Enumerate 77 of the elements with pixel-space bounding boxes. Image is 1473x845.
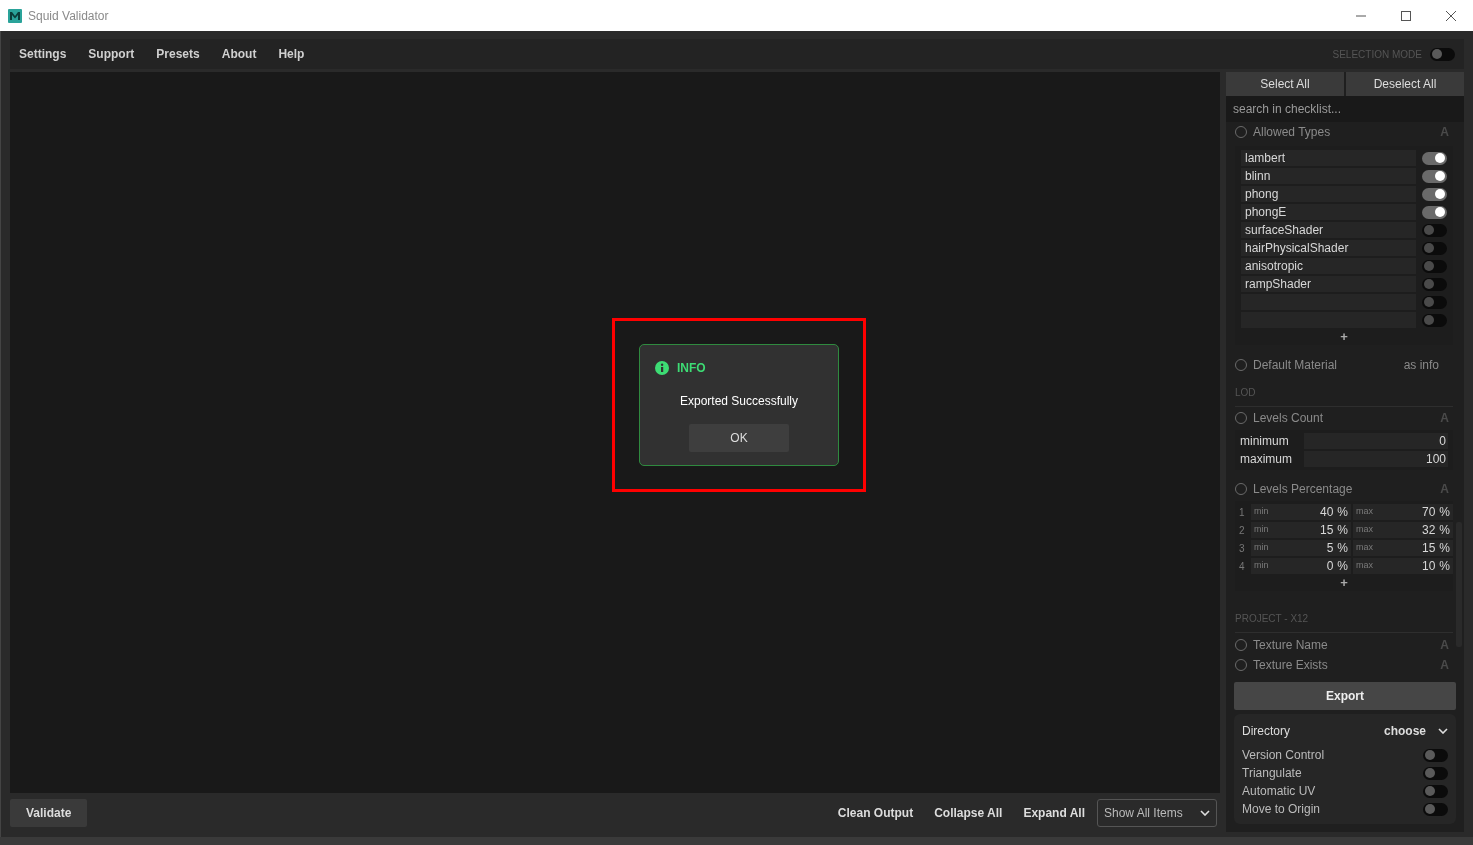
type-item[interactable]: hairPhysicalShader xyxy=(1241,240,1416,256)
min-field[interactable]: min 0 % xyxy=(1251,558,1351,574)
toggle-switch[interactable] xyxy=(1422,313,1447,327)
filter-dropdown[interactable]: Show All Items xyxy=(1097,799,1217,827)
option-label: Automatic UV xyxy=(1242,783,1317,800)
toggle-switch[interactable] xyxy=(1422,259,1447,273)
close-icon xyxy=(1445,10,1456,21)
level-index: 4 xyxy=(1239,559,1246,574)
deselect-all-button[interactable]: Deselect All xyxy=(1346,72,1464,96)
toggle-switch[interactable] xyxy=(1430,47,1455,61)
max-field[interactable]: max 70 % xyxy=(1353,504,1453,520)
number-field[interactable]: 0 xyxy=(1304,433,1448,449)
option-label: Version Control xyxy=(1242,747,1326,764)
app-logo-icon xyxy=(8,8,22,23)
ok-button[interactable]: OK xyxy=(689,423,789,452)
search-field[interactable]: search in checklist... xyxy=(1226,96,1464,122)
maximize-icon xyxy=(1400,10,1411,21)
menu-item[interactable]: Settings xyxy=(19,45,67,63)
dialog-message: Exported Successfully xyxy=(679,392,799,410)
max-field[interactable]: max 32 % xyxy=(1353,522,1453,538)
toggle-switch[interactable] xyxy=(1423,766,1448,780)
option-label: Move to Origin xyxy=(1242,801,1322,818)
check-label: Levels Percentage xyxy=(1253,481,1354,498)
toggle-switch[interactable] xyxy=(1422,295,1447,309)
type-item[interactable]: surfaceShader xyxy=(1241,222,1416,238)
check-label: Allowed Types xyxy=(1253,124,1332,141)
toggle-switch[interactable] xyxy=(1423,748,1448,762)
toggle-switch[interactable] xyxy=(1422,205,1447,219)
number-field[interactable]: 100 xyxy=(1304,451,1448,467)
toggle-switch[interactable] xyxy=(1422,169,1447,183)
max-field[interactable]: max 15 % xyxy=(1353,540,1453,556)
check-label: Levels Count xyxy=(1253,410,1325,427)
toggle-switch[interactable] xyxy=(1422,277,1447,291)
chevron-icon xyxy=(1200,810,1210,816)
menu-item[interactable]: Presets xyxy=(156,45,200,63)
select-all-button[interactable]: Select All xyxy=(1226,72,1344,96)
type-item[interactable]: phongE xyxy=(1241,204,1416,220)
min-field[interactable]: min 40 % xyxy=(1251,504,1351,520)
toggle-switch[interactable] xyxy=(1423,784,1448,798)
directory-label: Directory xyxy=(1242,723,1291,740)
type-item[interactable]: phong xyxy=(1241,186,1416,202)
toolbar-button[interactable]: Collapse All xyxy=(934,804,1003,822)
check-label: Texture Exists xyxy=(1253,657,1329,674)
window-title: Squid Validator xyxy=(28,7,110,25)
min-field[interactable]: min 15 % xyxy=(1251,522,1351,538)
toolbar-button[interactable]: Clean Output xyxy=(837,804,914,822)
check-label: Texture Name xyxy=(1253,637,1329,654)
export-button[interactable]: Export xyxy=(1234,682,1456,710)
toolbar-button[interactable]: Expand All xyxy=(1023,804,1085,822)
toggle-switch[interactable] xyxy=(1422,187,1447,201)
directory-dropdown[interactable]: choose xyxy=(1384,722,1448,740)
toggle-switch[interactable] xyxy=(1422,241,1447,255)
menu-item[interactable]: Support xyxy=(88,45,135,63)
type-item[interactable]: lambert xyxy=(1241,150,1416,166)
range-label: minimum xyxy=(1240,433,1290,450)
add-button[interactable]: + xyxy=(1235,575,1453,591)
max-field[interactable]: max 10 % xyxy=(1353,558,1453,574)
type-item[interactable]: rampShader xyxy=(1241,276,1416,292)
info-icon xyxy=(655,360,669,375)
range-label: maximum xyxy=(1240,451,1293,468)
severity-label: as info xyxy=(1403,357,1439,374)
toggle-switch[interactable] xyxy=(1422,151,1447,165)
type-item[interactable]: anisotropic xyxy=(1241,258,1416,274)
validate-button[interactable]: Validate xyxy=(10,799,88,827)
toggle-switch[interactable] xyxy=(1423,802,1448,816)
level-index: 1 xyxy=(1239,505,1246,520)
chevron-icon xyxy=(1438,728,1448,734)
menu-item[interactable]: Help xyxy=(278,45,305,63)
toggle-switch[interactable] xyxy=(1422,223,1447,237)
level-index: 2 xyxy=(1239,523,1246,538)
dialog-title: INFO xyxy=(677,359,706,377)
type-item[interactable]: blinn xyxy=(1241,168,1416,184)
min-field[interactable]: min 5 % xyxy=(1251,540,1351,556)
option-label: Triangulate xyxy=(1242,765,1303,782)
level-index: 3 xyxy=(1239,541,1246,556)
check-label: Default Material xyxy=(1253,357,1339,374)
menu-item[interactable]: About xyxy=(221,45,257,63)
